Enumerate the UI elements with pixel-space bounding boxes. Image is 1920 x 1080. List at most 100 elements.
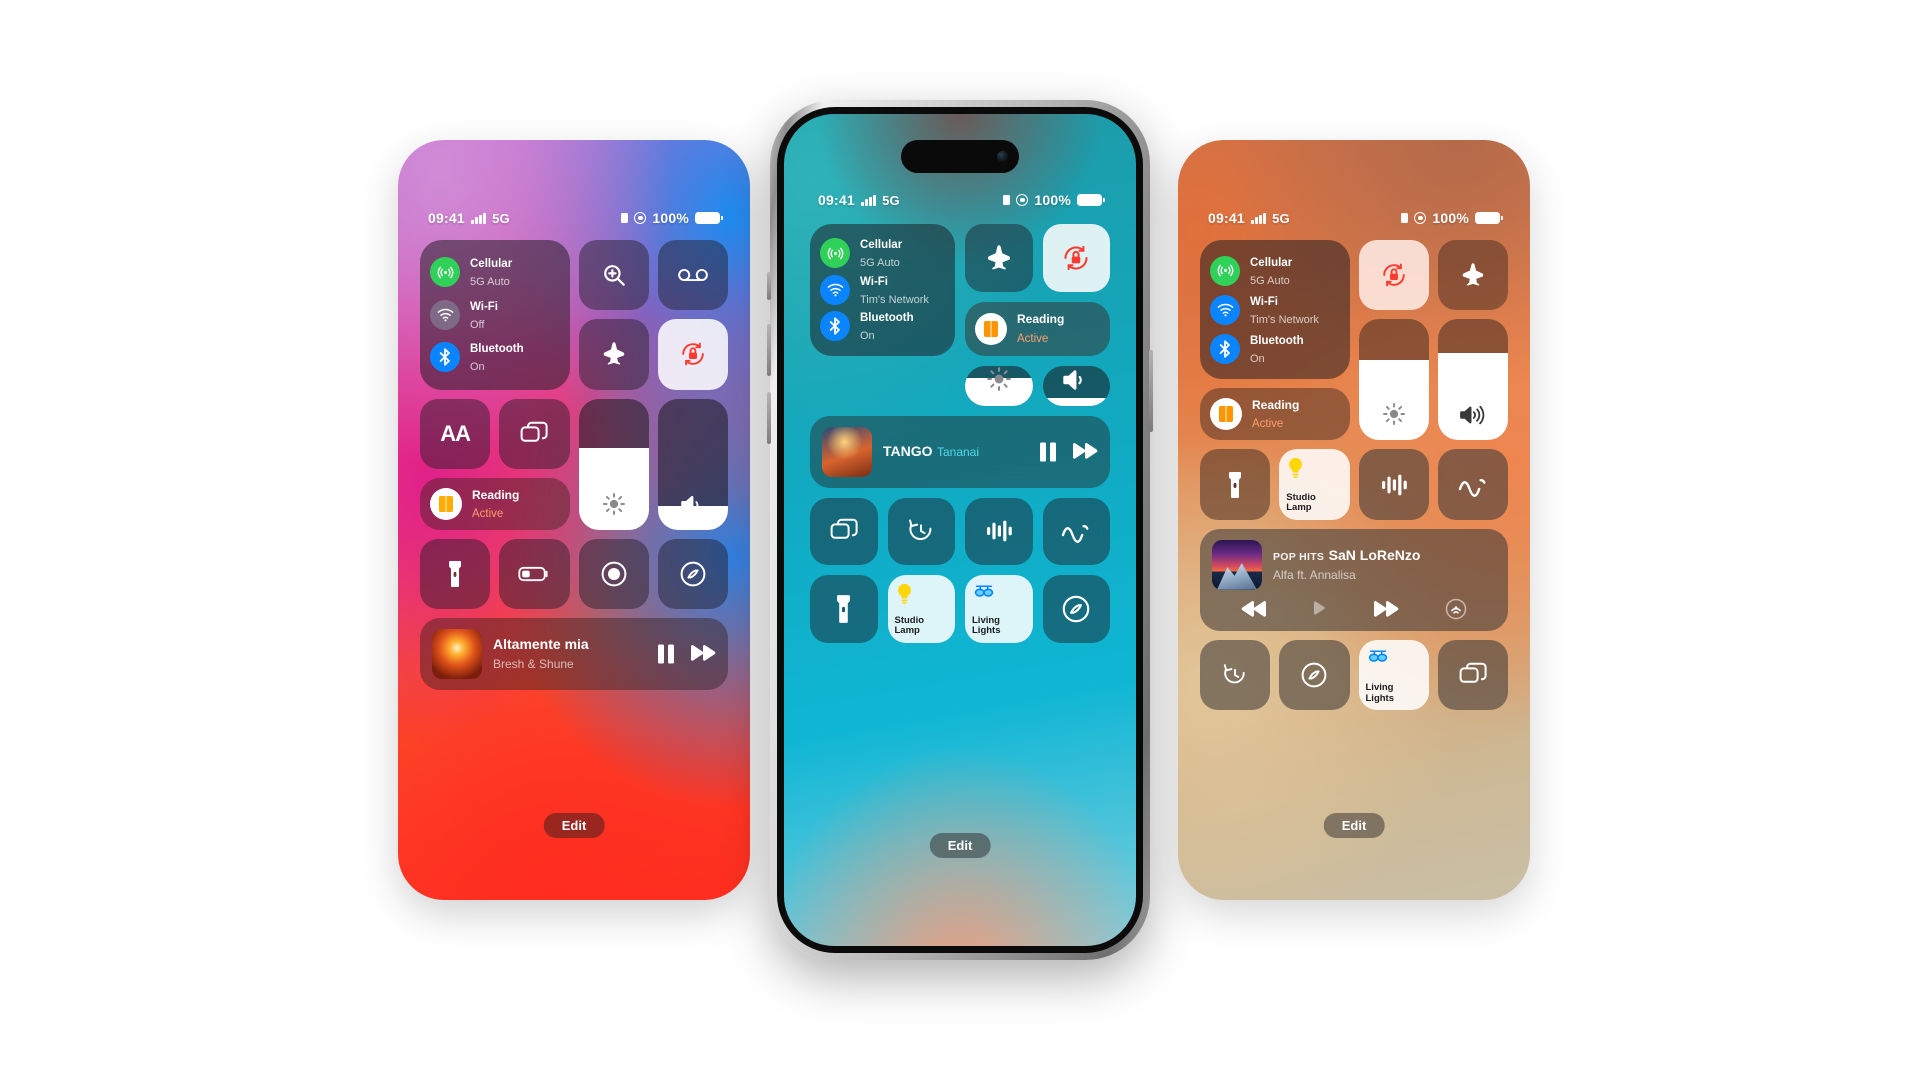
play-button[interactable] xyxy=(1313,601,1326,616)
dynamic-island[interactable] xyxy=(901,140,1019,173)
edit-button[interactable]: Edit xyxy=(1323,813,1385,838)
flashlight-button[interactable] xyxy=(420,538,491,609)
battery-icon xyxy=(1077,193,1105,207)
connectivity-module[interactable]: Cellular 5G Auto xyxy=(810,224,955,356)
connectivity-module[interactable]: Cellular 5G Auto xyxy=(1200,240,1350,380)
hearing-levels-icon xyxy=(986,519,1012,543)
album-artwork xyxy=(822,426,872,477)
volume-slider[interactable] xyxy=(1042,365,1110,406)
flashlight-button[interactable] xyxy=(810,575,878,643)
living-lights-button[interactable]: Living Lights xyxy=(1358,639,1429,710)
media-player[interactable]: TANGO Tananai xyxy=(810,415,1110,488)
book-icon xyxy=(975,312,1007,345)
ceiling-lights-icon xyxy=(973,583,995,603)
fast-forward-button[interactable] xyxy=(1373,600,1399,618)
airplane-mode-button[interactable] xyxy=(578,319,649,390)
next-button[interactable] xyxy=(1072,442,1098,462)
timer-icon xyxy=(1222,662,1248,688)
wifi-subtitle: Off xyxy=(470,318,485,331)
cellular-row[interactable]: Cellular 5G Auto xyxy=(430,254,560,290)
wifi-icon xyxy=(430,299,460,330)
edit-button[interactable]: Edit xyxy=(929,833,991,858)
phone-center: 09:41 5G 100% Cellular 5G Auto Wi-Fi Tim… xyxy=(767,100,1153,960)
cellular-subtitle: 5G Auto xyxy=(860,257,900,270)
volume-slider[interactable] xyxy=(1437,319,1508,441)
bluetooth-row[interactable]: Bluetooth On xyxy=(430,339,560,375)
bluetooth-row[interactable]: Bluetooth On xyxy=(820,308,945,344)
connectivity-module[interactable]: Cellular 5G Auto xyxy=(420,240,570,390)
signal-bars-icon xyxy=(470,212,487,224)
cellular-row[interactable]: Cellular 5G Auto xyxy=(820,235,945,271)
low-power-button[interactable] xyxy=(499,538,570,609)
rewind-button[interactable] xyxy=(1241,600,1267,618)
flashlight-button[interactable] xyxy=(1200,449,1271,520)
timer-icon xyxy=(907,517,935,545)
magnifier-zoom-button[interactable] xyxy=(578,240,649,311)
airplane-mode-button[interactable] xyxy=(965,224,1033,292)
scene: 09:41 5G 100% Cellular 5G Auto Wi-Fi Off… xyxy=(0,0,1920,1080)
screen-mirroring-button[interactable] xyxy=(1437,639,1508,710)
cellular-title: Cellular xyxy=(1250,256,1293,269)
edit-button[interactable]: Edit xyxy=(543,813,605,838)
reading-status: Active xyxy=(1252,418,1284,431)
wifi-row[interactable]: Wi-Fi Off xyxy=(430,297,560,333)
rotation-lock-button[interactable] xyxy=(657,319,728,390)
focus-icon xyxy=(1016,194,1029,206)
media-player[interactable]: Altamente mia Bresh & Shune xyxy=(420,618,728,690)
shazam-button[interactable] xyxy=(1042,575,1110,643)
track-kicker: POP HITS xyxy=(1273,550,1325,563)
shazam-button[interactable] xyxy=(1279,639,1350,710)
cellular-row[interactable]: Cellular 5G Auto xyxy=(1210,253,1340,289)
brightness-slider[interactable] xyxy=(965,365,1033,406)
track-title: Altamente mia xyxy=(493,635,589,652)
text-size-button[interactable]: AA xyxy=(420,398,491,469)
shazam-icon xyxy=(1300,661,1328,689)
action-button[interactable] xyxy=(767,272,771,300)
reading-focus-tile[interactable]: Reading Active xyxy=(420,477,570,530)
wifi-row[interactable]: Wi-Fi Tim's Network xyxy=(1210,292,1340,328)
pause-button[interactable] xyxy=(1038,441,1058,463)
reading-focus-tile[interactable]: Reading Active xyxy=(965,301,1110,356)
reading-focus-tile[interactable]: Reading Active xyxy=(1200,388,1350,441)
hearing-button[interactable] xyxy=(1358,449,1429,520)
studio-lamp-button[interactable]: Studio Lamp xyxy=(1279,449,1350,520)
volume-up-button[interactable] xyxy=(767,324,771,376)
volume-slider[interactable] xyxy=(657,398,728,530)
brightness-slider[interactable] xyxy=(578,398,649,530)
hearing-button[interactable] xyxy=(965,497,1033,565)
media-player[interactable]: POP HITS SaN LoReNzo Alfa ft. Annalisa xyxy=(1200,528,1508,631)
rotation-lock-button[interactable] xyxy=(1358,240,1429,311)
shazam-button[interactable] xyxy=(657,538,728,609)
bluetooth-row[interactable]: Bluetooth On xyxy=(1210,331,1340,367)
sleep-sounds-button[interactable] xyxy=(1437,449,1508,520)
book-icon xyxy=(1210,398,1242,431)
screen-mirroring-button[interactable] xyxy=(810,497,878,565)
screen-mirroring-button[interactable] xyxy=(499,398,570,469)
side-power-button[interactable] xyxy=(1149,350,1153,432)
wifi-icon xyxy=(1210,294,1240,325)
cellular-subtitle: 5G Auto xyxy=(1250,274,1290,287)
next-button[interactable] xyxy=(690,644,716,664)
sleep-sounds-button[interactable] xyxy=(1042,497,1110,565)
pause-button[interactable] xyxy=(656,643,676,665)
living-lights-label: Living Lights xyxy=(972,615,1001,637)
airplane-mode-button[interactable] xyxy=(1437,240,1508,311)
living-lights-button[interactable]: Living Lights xyxy=(965,575,1033,643)
rotation-lock-button[interactable] xyxy=(1042,224,1110,292)
timer-button[interactable] xyxy=(887,497,955,565)
airplay-button[interactable] xyxy=(1445,598,1467,620)
sun-icon xyxy=(1382,402,1406,426)
sun-icon xyxy=(602,492,626,516)
screen-mirroring-icon xyxy=(1459,662,1487,688)
voicemail-button[interactable] xyxy=(657,240,728,311)
studio-lamp-button[interactable]: Studio Lamp xyxy=(887,575,955,643)
bluetooth-title: Bluetooth xyxy=(860,312,914,325)
timer-button[interactable] xyxy=(1200,639,1271,710)
wifi-row[interactable]: Wi-Fi Tim's Network xyxy=(820,272,945,308)
rotation-lock-icon xyxy=(1380,261,1408,289)
track-title: SaN LoReNzo xyxy=(1328,546,1421,563)
screen-record-button[interactable] xyxy=(578,538,649,609)
wifi-subtitle: Tim's Network xyxy=(860,293,929,306)
volume-down-button[interactable] xyxy=(767,392,771,444)
brightness-slider[interactable] xyxy=(1358,319,1429,441)
